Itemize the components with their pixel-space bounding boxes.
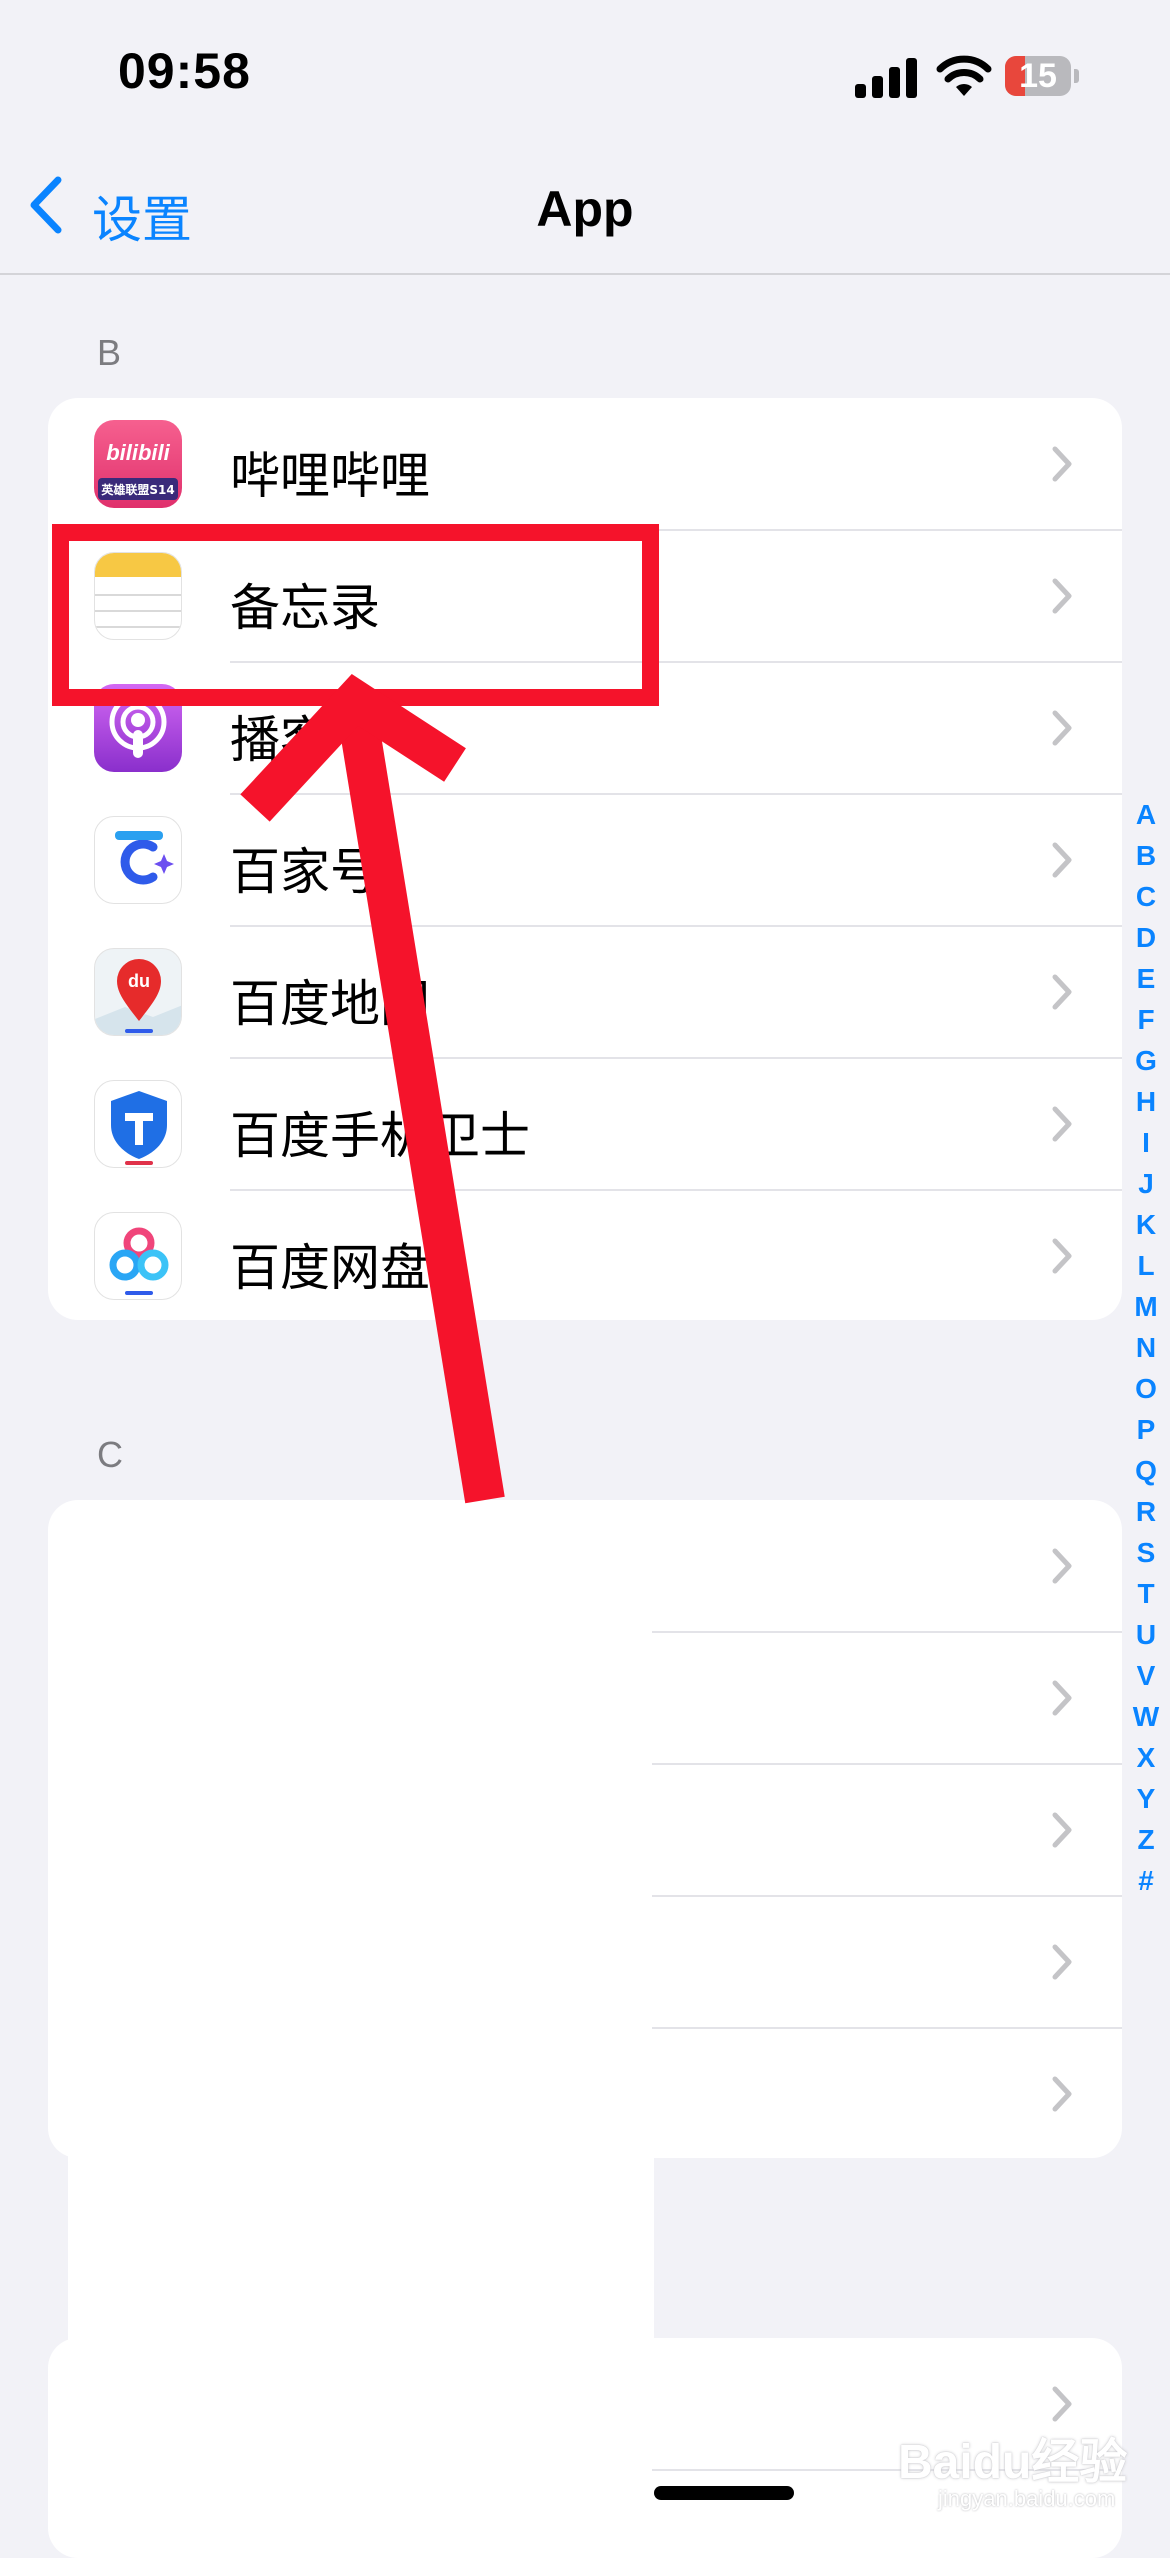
watermark-url: jingyan.baidu.com [938, 2486, 1116, 2511]
home-indicator [654, 2486, 794, 2500]
arrow-annotation [240, 674, 505, 1504]
watermark: Baidu经验 [898, 2436, 1128, 2489]
